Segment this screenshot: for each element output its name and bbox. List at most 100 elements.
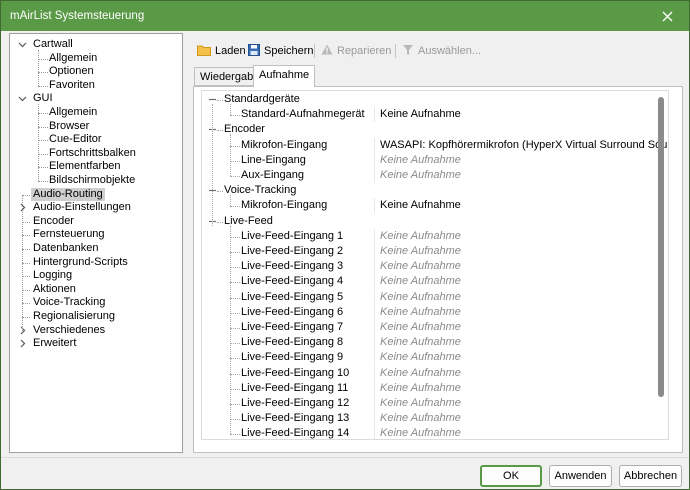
property-value[interactable]: Keine Aufnahme [380,382,461,394]
property-row[interactable]: Live-Feed-Eingang 7 Keine Aufnahme [202,320,668,335]
recording-properties-list[interactable]: Standardgeräte Standard-Aufnahmegerät Kein… [201,90,669,440]
tree-item[interactable]: Allgemein [49,106,97,119]
property-value[interactable]: Keine Aufnahme [380,427,461,439]
property-value[interactable]: Keine Aufnahme [380,260,461,272]
chevron-down-icon[interactable] [18,40,27,49]
tree-item[interactable]: GUI [33,92,53,105]
property-label: Live-Feed-Eingang 6 [241,305,344,318]
apply-button[interactable]: Anwenden [549,465,612,487]
property-value[interactable]: Keine Aufnahme [380,154,461,166]
property-row[interactable]: Line-Eingang Keine Aufnahme [202,152,668,168]
property-value[interactable]: Keine Aufnahme [380,275,461,287]
property-row[interactable]: Live-Feed-Eingang 9 Keine Aufnahme [202,350,668,366]
property-group[interactable]: Encoder [202,122,668,137]
property-value[interactable]: Keine Aufnahme [380,291,461,303]
property-row[interactable]: Live-Feed-Eingang 4 Keine Aufnahme [202,274,668,290]
property-value[interactable]: WASAPI: Kopfhörermikrofon (HyperX Virtua… [380,139,668,151]
tree-item[interactable]: Regionalisierung [33,310,115,323]
open-button[interactable]: Laden [197,41,246,61]
property-value[interactable]: Keine Aufnahme [380,306,461,318]
vertical-scrollbar[interactable] [658,97,664,397]
group-label: Standardgeräte [224,93,300,105]
settings-tree[interactable]: Cartwall Allgemein Optionen Favoriten GUI All… [9,33,183,453]
tree-item[interactable]: Cue-Editor [49,133,102,146]
property-row[interactable]: Live-Feed-Eingang 13 Keine Aufnahme [202,411,668,427]
tree-item[interactable]: Aktionen [33,283,76,296]
title-bar: mAirList Systemsteuerung [1,1,689,31]
property-value[interactable]: Keine Aufnahme [380,351,461,363]
select-button[interactable]: Auswählen... [402,41,481,61]
chevron-right-icon[interactable] [18,339,27,348]
property-row[interactable]: Live-Feed-Eingang 11 Keine Aufnahme [202,380,668,396]
tree-item[interactable]: Fortschrittsbalken [49,147,136,160]
property-row[interactable]: Mikrofon-Eingang WASAPI: Kopfhörermikrofo… [202,137,668,153]
property-row[interactable]: Aux-Eingang Keine Aufnahme [202,168,668,183]
property-row[interactable]: Live-Feed-Eingang 6 Keine Aufnahme [202,304,668,320]
property-row[interactable]: Standard-Aufnahmegerät Keine Aufnahme [202,107,668,123]
tree-item[interactable]: Audio-Einstellungen [33,201,131,214]
property-label: Standard-Aufnahmegerät [241,108,365,121]
property-row[interactable]: Mikrofon-Eingang Keine Aufnahme [202,198,668,214]
property-row[interactable]: Live-Feed-Eingang 10 Keine Aufnahme [202,365,668,381]
tree-item[interactable]: Browser [49,120,89,133]
cancel-button[interactable]: Abbrechen [619,465,682,487]
tab-aufnahme[interactable]: Aufnahme [253,65,316,87]
tree-item[interactable]: Voice-Tracking [33,296,105,309]
apply-button-label: Anwenden [554,470,607,482]
property-group[interactable]: Voice-Tracking [202,183,668,198]
property-row[interactable]: Live-Feed-Eingang 12 Keine Aufnahme [202,396,668,411]
tree-item[interactable]: Fernsteuerung [33,228,105,241]
property-row[interactable]: Live-Feed-Eingang 5 Keine Aufnahme [202,289,668,305]
property-value[interactable]: Keine Aufnahme [380,397,461,409]
tree-item[interactable]: Audio-Routing [31,187,105,201]
property-value[interactable]: Keine Aufnahme [380,169,461,181]
tree-item[interactable]: Datenbanken [33,242,98,255]
save-button[interactable]: Speichern [248,41,314,61]
tree-item[interactable]: Elementfarben [49,160,121,173]
tree-item[interactable]: Logging [33,269,72,282]
tree-item[interactable]: Optionen [49,65,94,78]
property-label: Live-Feed-Eingang 13 [241,412,350,425]
tree-item[interactable]: Hintergrund-Scripts [33,256,128,269]
select-button-label: Auswählen... [418,45,481,57]
property-row[interactable]: Live-Feed-Eingang 8 Keine Aufnahme [202,335,668,351]
property-value[interactable]: Keine Aufnahme [380,412,461,424]
property-row[interactable]: Live-Feed-Eingang 14 Keine Aufnahme [202,426,668,440]
property-value[interactable]: Keine Aufnahme [380,245,461,257]
filter-icon [402,44,414,59]
property-row[interactable]: Live-Feed-Eingang 3 Keine Aufnahme [202,259,668,275]
tree-item[interactable]: Allgemein [49,52,97,65]
tree-item[interactable]: Bildschirmobjekte [49,174,135,187]
property-row[interactable]: Live-Feed-Eingang 2 Keine Aufnahme [202,244,668,259]
property-label: Live-Feed-Eingang 3 [241,260,344,273]
property-label: Live-Feed-Eingang 4 [241,275,344,288]
property-row[interactable]: Live-Feed-Eingang 1 Keine Aufnahme [202,228,668,244]
collapse-icon[interactable] [208,95,217,104]
close-icon[interactable] [645,1,689,31]
property-group[interactable]: Standardgeräte [202,92,668,107]
property-value[interactable]: Keine Aufnahme [380,336,461,348]
tree-item[interactable]: Encoder [33,215,74,228]
property-value[interactable]: Keine Aufnahme [380,230,461,242]
toolbar-separator [395,44,396,58]
property-label: Live-Feed-Eingang 2 [241,245,344,257]
toolbar-separator [314,44,315,58]
property-label: Live-Feed-Eingang 11 [241,381,349,394]
repair-button[interactable]: Reparieren [321,41,391,61]
chevron-down-icon[interactable] [18,94,27,103]
tab-label: Aufnahme [259,69,310,81]
property-label: Live-Feed-Eingang 5 [241,290,344,303]
warning-icon [321,44,333,58]
property-label: Line-Eingang [241,153,306,166]
property-label: Live-Feed-Eingang 14 [241,427,350,440]
settings-window: mAirList Systemsteuerung Cartwall Allgeme… [0,0,690,490]
tree-item[interactable]: Erweitert [33,337,76,350]
tree-item[interactable]: Verschiedenes [33,324,105,337]
ok-button[interactable]: OK [480,465,542,487]
property-value[interactable]: Keine Aufnahme [380,367,461,379]
property-value[interactable]: Keine Aufnahme [380,108,461,120]
property-value[interactable]: Keine Aufnahme [380,199,461,211]
property-group[interactable]: Live-Feed [202,214,668,229]
tree-item[interactable]: Favoriten [49,79,95,92]
property-value[interactable]: Keine Aufnahme [380,321,461,333]
